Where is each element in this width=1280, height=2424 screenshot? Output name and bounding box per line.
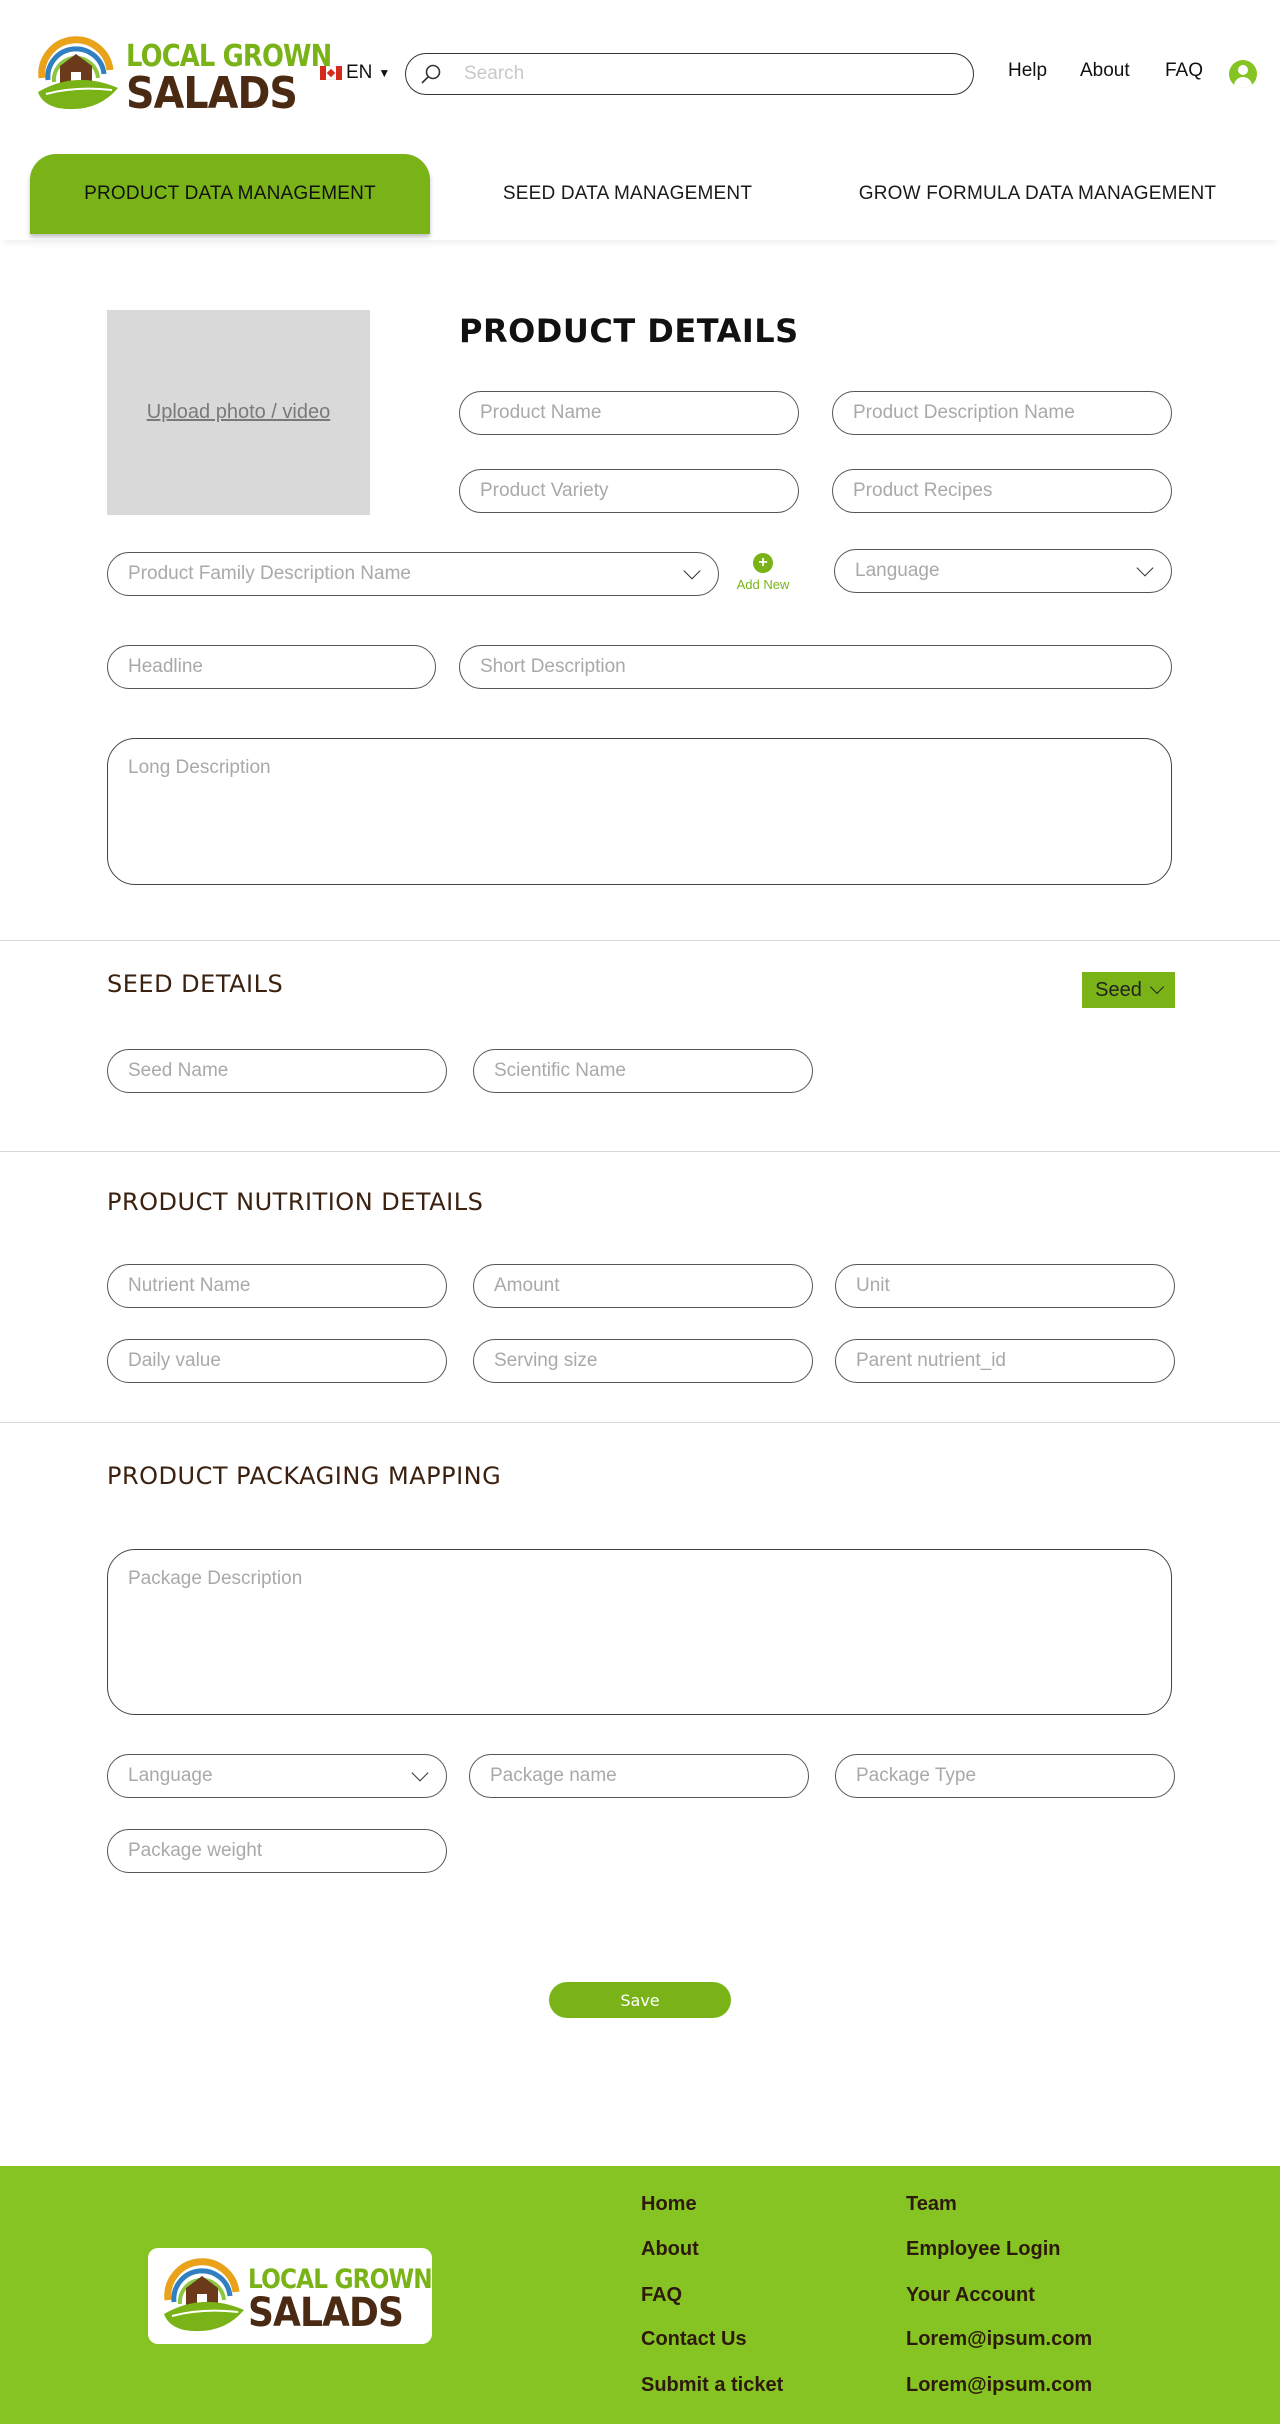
product-recipes-field[interactable]: [832, 469, 1172, 513]
seed-name-field[interactable]: [107, 1049, 447, 1093]
chevron-down-icon: [1149, 979, 1164, 995]
amount-input[interactable]: [494, 1275, 792, 1297]
long-description-input[interactable]: [128, 757, 1151, 866]
product-name-input[interactable]: [480, 402, 778, 424]
product-variety-field[interactable]: [459, 469, 799, 513]
seed-details-title: SEED DETAILS: [107, 970, 284, 998]
chevron-down-icon: ▼: [378, 66, 391, 80]
seed-dropdown[interactable]: Seed: [1082, 972, 1175, 1008]
scientific-name-field[interactable]: [473, 1049, 813, 1093]
seed-name-input[interactable]: [128, 1060, 426, 1082]
product-family-dropdown[interactable]: Product Family Description Name: [107, 552, 719, 596]
canada-flag-icon: [320, 66, 342, 80]
unit-field[interactable]: [835, 1264, 1175, 1308]
tab-grow-formula-data-management[interactable]: GROW FORMULA DATA MANAGEMENT: [830, 154, 1245, 234]
logo-farm-icon: [164, 2258, 244, 2332]
section-divider: [0, 1422, 1280, 1423]
product-recipes-input[interactable]: [853, 480, 1151, 502]
footer-link-home[interactable]: Home: [641, 2193, 697, 2216]
language-value: Language: [855, 560, 940, 581]
footer: LOCAL GROWN SALADS Home About FAQ Contac…: [0, 2166, 1280, 2424]
logo-line1: LOCAL GROWN: [248, 2264, 433, 2295]
packaging-language-value: Language: [128, 1765, 213, 1786]
language-dropdown[interactable]: Language: [834, 549, 1172, 593]
package-weight-field[interactable]: [107, 1829, 447, 1873]
serving-size-field[interactable]: [473, 1339, 813, 1383]
package-type-field[interactable]: [835, 1754, 1175, 1798]
add-new-label: Add New: [736, 577, 790, 592]
footer-link-team[interactable]: Team: [906, 2193, 957, 2216]
section-divider: [0, 1151, 1280, 1152]
product-description-name-field[interactable]: [832, 391, 1172, 435]
nutrient-name-input[interactable]: [128, 1275, 426, 1297]
site-logo[interactable]: LOCAL GROWN SALADS: [36, 30, 332, 116]
language-selector[interactable]: EN ▼: [320, 62, 390, 84]
nav-faq[interactable]: FAQ: [1165, 60, 1203, 82]
logo-text: LOCAL GROWN SALADS: [248, 2266, 462, 2333]
tab-bar: PRODUCT DATA MANAGEMENT SEED DATA MANAGE…: [0, 150, 1280, 240]
footer-link-faq[interactable]: FAQ: [641, 2284, 682, 2307]
language-code: EN: [346, 62, 373, 83]
product-family-value: Product Family Description Name: [128, 563, 411, 584]
footer-logo[interactable]: LOCAL GROWN SALADS: [148, 2248, 433, 2344]
footer-link-submit-ticket[interactable]: Submit a ticket: [641, 2374, 783, 2397]
package-name-field[interactable]: [469, 1754, 809, 1798]
footer-link-about[interactable]: About: [641, 2238, 699, 2261]
package-description-field[interactable]: [107, 1549, 1172, 1715]
packaging-language-dropdown[interactable]: Language: [107, 1754, 447, 1798]
long-description-field[interactable]: [107, 738, 1172, 885]
chevron-down-icon: [1136, 559, 1154, 577]
nutrition-details-title: PRODUCT NUTRITION DETAILS: [107, 1188, 484, 1216]
logo-line2: SALADS: [248, 2290, 404, 2336]
search-bar[interactable]: [405, 53, 974, 95]
footer-link-contact-us[interactable]: Contact Us: [641, 2328, 747, 2351]
package-type-input[interactable]: [856, 1765, 1154, 1787]
parent-nutrient-id-field[interactable]: [835, 1339, 1175, 1383]
headline-field[interactable]: [107, 645, 436, 689]
nutrient-name-field[interactable]: [107, 1264, 447, 1308]
product-details-title: PRODUCT DETAILS: [459, 312, 799, 350]
parent-nutrient-id-input[interactable]: [856, 1350, 1154, 1372]
packaging-mapping-title: PRODUCT PACKAGING MAPPING: [107, 1462, 502, 1490]
footer-link-your-account[interactable]: Your Account: [906, 2284, 1035, 2307]
amount-field[interactable]: [473, 1264, 813, 1308]
user-avatar-icon[interactable]: [1229, 60, 1257, 88]
chevron-down-icon: [411, 1764, 429, 1782]
section-divider: [0, 940, 1280, 941]
tab-seed-data-management[interactable]: SEED DATA MANAGEMENT: [455, 154, 800, 234]
chevron-down-icon: [683, 562, 701, 580]
serving-size-input[interactable]: [494, 1350, 792, 1372]
headline-input[interactable]: [128, 656, 415, 678]
short-description-input[interactable]: [480, 656, 1151, 678]
footer-link-employee-login[interactable]: Employee Login: [906, 2238, 1060, 2261]
footer-email-link[interactable]: Lorem@ipsum.com: [906, 2374, 1092, 2397]
product-variety-input[interactable]: [480, 480, 778, 502]
nav-about[interactable]: About: [1080, 60, 1130, 82]
package-weight-input[interactable]: [128, 1840, 426, 1862]
tab-product-data-management[interactable]: PRODUCT DATA MANAGEMENT: [30, 154, 430, 234]
logo-line2: SALADS: [126, 68, 298, 119]
short-description-field[interactable]: [459, 645, 1172, 689]
daily-value-field[interactable]: [107, 1339, 447, 1383]
add-new-button[interactable]: + Add New: [732, 553, 794, 592]
plus-icon: +: [753, 553, 773, 573]
scientific-name-input[interactable]: [494, 1060, 792, 1082]
logo-farm-icon: [38, 36, 118, 110]
daily-value-input[interactable]: [128, 1350, 426, 1372]
nav-help[interactable]: Help: [1008, 60, 1047, 82]
search-icon: [421, 64, 441, 84]
search-input[interactable]: [464, 63, 944, 85]
product-name-field[interactable]: [459, 391, 799, 435]
footer-email-link[interactable]: Lorem@ipsum.com: [906, 2328, 1092, 2351]
upload-photo-video[interactable]: Upload photo / video: [107, 310, 370, 515]
package-name-input[interactable]: [490, 1765, 788, 1787]
page: LOCAL GROWN SALADS EN ▼ Help About FAQ P…: [0, 0, 1280, 2424]
save-button[interactable]: Save: [549, 1982, 731, 2018]
seed-dropdown-label: Seed: [1095, 978, 1142, 1001]
unit-input[interactable]: [856, 1275, 1154, 1297]
package-description-input[interactable]: [128, 1568, 1151, 1696]
product-description-name-input[interactable]: [853, 402, 1151, 424]
